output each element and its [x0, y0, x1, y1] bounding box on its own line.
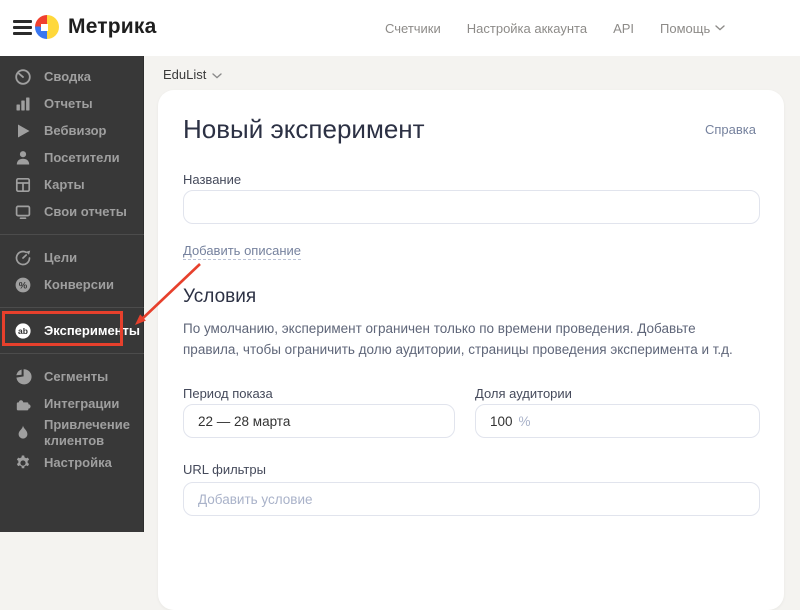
sidebar-item-label: Интеграции [44, 395, 120, 411]
menu-item-help[interactable]: Помощь [660, 21, 725, 36]
page-title: Новый эксперимент [183, 114, 425, 144]
svg-text:ab: ab [18, 326, 28, 336]
sidebar-item-label: Свои отчеты [44, 203, 127, 219]
sidebar-item-integrations[interactable]: Интеграции [0, 390, 144, 417]
flame-icon [14, 424, 32, 442]
svg-text:%: % [19, 280, 28, 291]
sidebar-nav: Сводка Отчеты Вебвизор Посетители Карты Свои … [0, 56, 144, 532]
sidebar-item-visitors[interactable]: Посетители [0, 144, 144, 171]
url-filters-input[interactable] [183, 482, 760, 516]
sidebar-item-label: Карты [44, 176, 85, 192]
ab-icon: ab [14, 322, 32, 340]
sidebar-item-label: Сводка [44, 68, 91, 84]
menu-item-label: Помощь [660, 20, 711, 36]
sidebar-item-webvisor[interactable]: Вебвизор [0, 117, 144, 144]
sidebar-item-label: Вебвизор [44, 122, 107, 138]
help-link[interactable]: Справка [705, 122, 756, 137]
pie-icon [14, 368, 32, 386]
person-icon [14, 149, 32, 167]
audience-share-unit: % [518, 413, 531, 429]
sidebar-item-label: Эксперименты [44, 322, 140, 338]
top-header: Метрика Счетчики Настройка аккаунта API Пом… [0, 0, 800, 56]
sidebar-item-reports[interactable]: Отчеты [0, 90, 144, 117]
chevron-down-icon [212, 72, 223, 79]
metrica-logo[interactable]: Метрика [35, 15, 157, 39]
menu-item-label: Счетчики [385, 20, 441, 36]
period-field-label: Период показа [183, 386, 273, 401]
name-field-label: Название [183, 172, 242, 187]
sidebar-divider [0, 307, 144, 308]
menu-item-label: API [613, 20, 635, 36]
gear-icon [14, 454, 32, 472]
url-filters-label: URL фильтры [183, 462, 266, 477]
sidebar-item-label: Посетители [44, 149, 120, 165]
top-menu: Счетчики Настройка аккаунта API Помощь [385, 0, 725, 56]
menu-item-label: Настройка аккаунта [466, 20, 588, 36]
experiment-name-input[interactable] [183, 190, 760, 224]
puzzle-icon [14, 395, 32, 413]
sidebar-item-goals[interactable]: Цели [0, 244, 144, 271]
period-input[interactable] [183, 404, 455, 438]
hamburger-menu-icon[interactable] [13, 20, 32, 35]
sidebar-item-label: Конверсии [44, 276, 114, 292]
sidebar-item-conversions[interactable]: % Конверсии [0, 271, 144, 298]
conditions-description: По умолчанию, эксперимент ограничен толь… [183, 321, 733, 357]
sidebar-divider [0, 234, 144, 235]
audience-share-value: 100 [490, 413, 513, 429]
bar-chart-icon [14, 95, 32, 113]
play-icon [14, 122, 32, 140]
monitor-icon [14, 203, 32, 221]
menu-item-api[interactable]: API [613, 21, 634, 36]
sidebar-item-experiments[interactable]: ab Эксперименты [0, 317, 144, 344]
sidebar-divider [0, 353, 144, 354]
sidebar-item-client-acquisition[interactable]: Привлечение клиентов [0, 417, 144, 449]
menu-item-counters[interactable]: Счетчики [385, 21, 441, 36]
sidebar-item-label: Привлечение клиентов [44, 417, 130, 448]
conditions-heading: Условия [183, 286, 257, 307]
chevron-down-icon [715, 25, 725, 31]
sidebar-item-label: Отчеты [44, 95, 93, 111]
sidebar-item-maps[interactable]: Карты [0, 171, 144, 198]
layout-icon [14, 176, 32, 194]
sidebar-item-custom-reports[interactable]: Свои отчеты [0, 198, 144, 225]
sidebar-item-settings[interactable]: Настройка [0, 449, 144, 476]
audience-field-label: Доля аудитории [475, 386, 572, 401]
sidebar-item-label: Цели [44, 249, 78, 265]
gauge-icon [14, 68, 32, 86]
new-experiment-card: Новый эксперимент Справка Название Добав… [158, 90, 784, 610]
goal-icon [14, 249, 32, 267]
main-content: EduList Новый эксперимент Справка Назван… [144, 56, 800, 610]
audience-share-input[interactable]: 100 % [475, 404, 760, 438]
menu-item-account-settings[interactable]: Настройка аккаунта [467, 21, 587, 36]
sidebar-item-summary[interactable]: Сводка [0, 63, 144, 90]
sidebar-item-segments[interactable]: Сегменты [0, 363, 144, 390]
add-description-link[interactable]: Добавить описание [183, 243, 301, 260]
metrica-logo-icon [35, 15, 59, 39]
sidebar-item-label: Настройка [44, 454, 112, 470]
sidebar-item-label: Сегменты [44, 368, 109, 384]
percent-icon: % [14, 276, 32, 294]
app-name: Метрика [68, 15, 157, 38]
counter-selector[interactable]: EduList [163, 67, 223, 82]
counter-selector-label: EduList [163, 67, 207, 82]
